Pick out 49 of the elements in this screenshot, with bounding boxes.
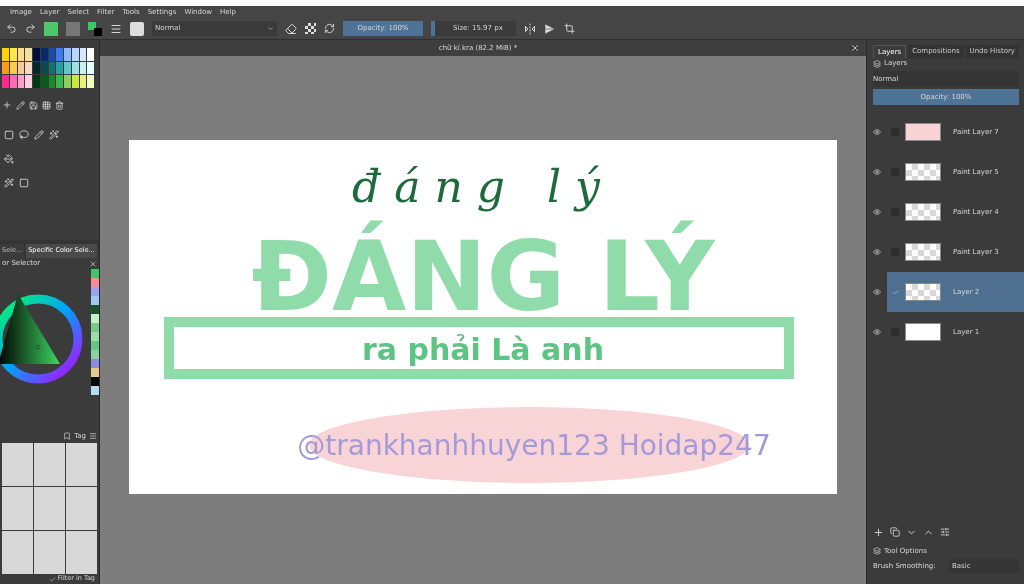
pencil-icon[interactable] xyxy=(16,100,25,110)
layers-icon xyxy=(873,59,881,68)
pattern-swatch[interactable] xyxy=(44,21,58,36)
brush-presets-grid[interactable] xyxy=(0,443,99,574)
eraser-icon[interactable] xyxy=(285,22,297,35)
eye-icon[interactable] xyxy=(873,128,881,136)
script-lettering: đáng lý xyxy=(352,161,614,212)
gradient-swatch[interactable] xyxy=(66,21,80,36)
layer-thumbnail xyxy=(905,243,941,261)
banner-text: ra phải Là anh xyxy=(361,332,605,367)
add-layer-icon[interactable] xyxy=(873,526,884,538)
eye-icon[interactable] xyxy=(873,168,881,176)
layer-thumbnail xyxy=(905,123,941,141)
layer-thumbnail xyxy=(905,163,941,181)
layer-thumbnail xyxy=(905,323,941,341)
grid-icon[interactable] xyxy=(42,100,51,110)
close-icon[interactable] xyxy=(89,259,97,268)
close-icon[interactable] xyxy=(850,43,860,53)
outline-lettering: ĐÁNG LÝ xyxy=(251,221,715,333)
caret-icon xyxy=(267,25,274,32)
crop-icon[interactable] xyxy=(564,23,575,34)
layer-checkbox[interactable] xyxy=(891,288,899,296)
tag-icon xyxy=(63,432,72,440)
layer-thumbnail xyxy=(905,283,941,301)
add-icon[interactable] xyxy=(2,100,12,110)
color-swatches-icon[interactable] xyxy=(88,21,102,36)
fill-tool-icon[interactable] xyxy=(4,154,14,164)
eye-icon[interactable] xyxy=(873,248,881,256)
reload-icon[interactable] xyxy=(324,23,335,34)
eye-icon[interactable] xyxy=(873,288,881,296)
filter-checkbox[interactable] xyxy=(48,575,56,583)
trash-icon[interactable] xyxy=(55,100,64,110)
duplicate-icon[interactable] xyxy=(890,527,900,537)
checker-icon[interactable] xyxy=(305,23,316,34)
redo-icon[interactable] xyxy=(25,23,36,34)
signature-text: @trankhanhhuyen123 Hoidap247 xyxy=(297,429,771,462)
select-rectangle-icon[interactable] xyxy=(19,178,29,188)
rectangle-tool-icon[interactable] xyxy=(4,130,14,140)
layer-thumbnail xyxy=(905,203,941,221)
save-icon[interactable] xyxy=(29,100,38,110)
properties-icon[interactable] xyxy=(940,527,950,537)
menu-icon[interactable] xyxy=(89,432,97,440)
undo-icon[interactable] xyxy=(6,23,17,34)
eye-icon[interactable] xyxy=(873,328,881,336)
color-palette[interactable] xyxy=(2,48,94,88)
eye-icon[interactable] xyxy=(873,208,881,216)
magic-wand-icon[interactable] xyxy=(4,178,14,188)
mirror-horizontal-icon[interactable] xyxy=(524,22,536,35)
lasso-tool-icon[interactable] xyxy=(19,130,29,140)
